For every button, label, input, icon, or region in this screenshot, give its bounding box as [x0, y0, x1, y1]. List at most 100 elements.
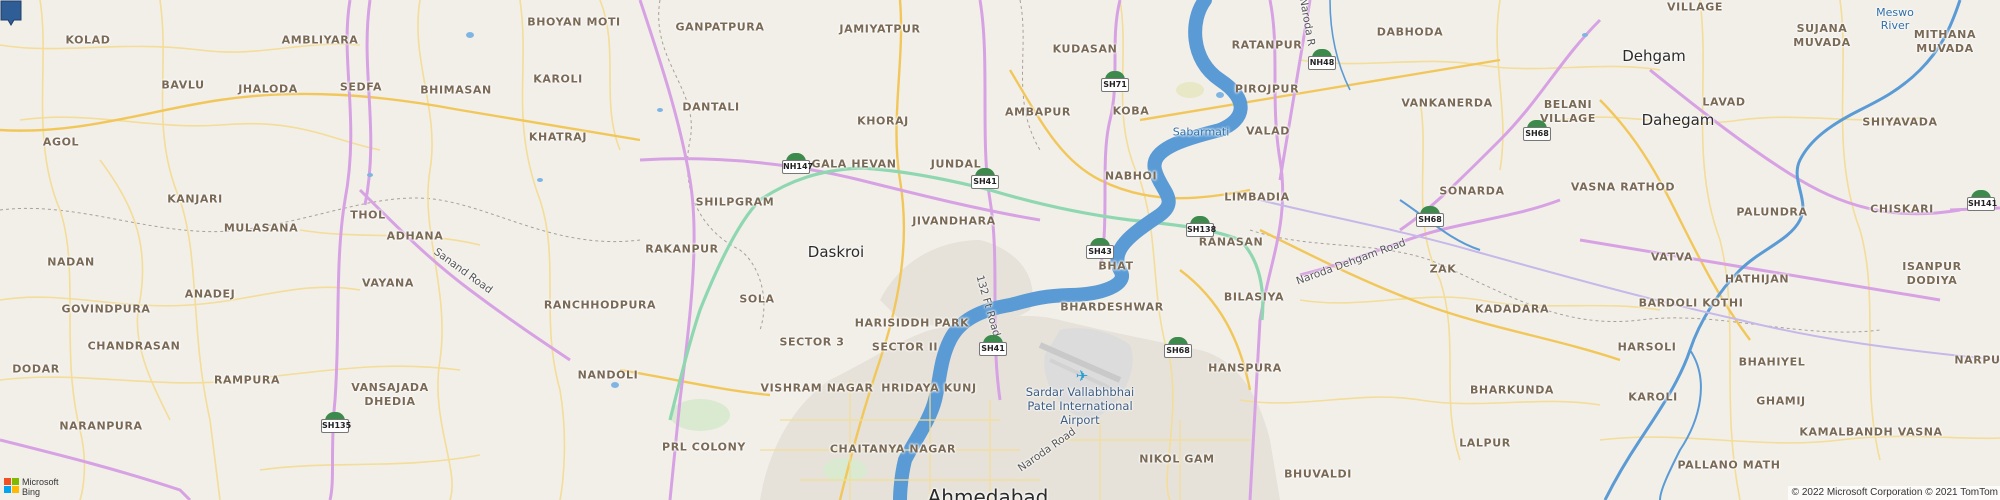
place-label: VATVA: [1650, 250, 1694, 264]
place-label: GOVINDPURA: [61, 302, 151, 316]
place-label: ADHANA: [386, 229, 444, 243]
highway-shield-code: SH68: [1164, 344, 1192, 358]
place-label: MITHANA MUVADA: [1913, 28, 1977, 55]
highway-shield: SH71: [1101, 71, 1129, 93]
place-label: KADADARA: [1474, 302, 1550, 316]
highway-shield: SH141: [1967, 190, 1997, 212]
highway-shield: NH48: [1308, 49, 1336, 71]
place-label: BHIMASAN: [420, 83, 492, 97]
highway-shield-code: SH68: [1416, 213, 1444, 227]
place-label: NADAN: [47, 255, 95, 269]
highway-shield-code: NH147: [782, 160, 813, 174]
highway-shield-code: SH68: [1523, 127, 1551, 141]
place-label: ZAK: [1429, 262, 1457, 276]
place-label: LAVAD: [1702, 95, 1746, 109]
river-label: Meswo River: [1876, 6, 1914, 32]
town-label: Dahegam: [1641, 111, 1715, 129]
place-label: BARDOLI KOTHI: [1638, 296, 1744, 310]
microsoft-bing-logo[interactable]: Microsoft Bing: [4, 477, 68, 500]
place-label: KUDASAN: [1052, 42, 1118, 56]
place-label: DODAR: [12, 362, 60, 376]
place-label: BILASIYA: [1223, 290, 1285, 304]
highway-shield-code: SH138: [1186, 223, 1216, 237]
place-label: NABHOI: [1104, 169, 1158, 183]
place-label: GANPATPURA: [675, 20, 765, 34]
place-label: HARISIDDH PARK: [854, 316, 970, 330]
place-label: BHAT: [1098, 259, 1134, 273]
place-label: BHARDESHWAR: [1060, 300, 1164, 314]
logo-text-line: Microsoft: [22, 477, 59, 487]
place-label: PRL COLONY: [662, 440, 746, 454]
airport-label-line: Airport: [1060, 413, 1100, 427]
highway-shield: NH147: [782, 153, 813, 175]
highway-shield: SH68: [1164, 337, 1192, 359]
town-label: Dehgam: [1622, 47, 1686, 65]
place-label: RAKANPUR: [645, 242, 719, 256]
place-label: NIKOL GAM: [1139, 452, 1215, 466]
river-label: Sabarmati: [1172, 125, 1230, 139]
airplane-icon[interactable]: ✈: [1074, 368, 1090, 384]
highway-shield-code: SH41: [971, 175, 999, 189]
place-label: SHILPGRAM: [695, 195, 775, 209]
map-canvas[interactable]: KOLAD AMBLIYARA BHOYAN MOTI GANPATPURA J…: [0, 0, 2000, 500]
highway-shield: SH68: [1523, 120, 1551, 142]
place-label: THOL: [350, 208, 386, 222]
microsoft-logo-icon: [4, 478, 19, 493]
highway-shield-code: SH135: [321, 419, 351, 433]
place-label: SECTOR 3: [779, 335, 845, 349]
place-label: KAMALBANDH VASNA: [1799, 425, 1943, 439]
place-label: DABHODA: [1376, 25, 1444, 39]
place-label: KAROLI: [1628, 390, 1678, 404]
place-label: SOLA: [739, 292, 775, 306]
place-label: DANTALI: [682, 100, 740, 114]
place-label: LALPUR: [1459, 436, 1511, 450]
town-label: Daskroi: [807, 243, 865, 261]
place-label: HANSPURA: [1208, 361, 1282, 375]
place-label: KANJARI: [167, 192, 223, 206]
place-label: ANADEJ: [184, 287, 236, 301]
place-label: AGOL: [42, 135, 80, 149]
place-label: CHAITANYA NAGAR: [829, 442, 957, 456]
highway-shield: SH43: [1086, 238, 1114, 260]
place-label: JAMIYATPUR: [839, 22, 921, 36]
place-label: CHANDRASAN: [87, 339, 181, 353]
logo-text: Microsoft Bing: [22, 477, 59, 497]
location-pin-icon[interactable]: [0, 0, 22, 26]
highway-shield-code: NH48: [1308, 56, 1336, 70]
logo-text-line: Bing: [22, 487, 41, 497]
highway-shield: SH138: [1186, 216, 1216, 238]
place-label: VISHRAM NAGAR: [760, 381, 874, 395]
place-label: SECTOR II: [871, 340, 939, 354]
highway-shield: SH41: [979, 335, 1007, 357]
place-label: PIROJPUR: [1234, 82, 1300, 96]
place-label: SHIYAVADA: [1862, 115, 1938, 129]
place-label: ISANPUR DODIYA: [1902, 260, 1962, 287]
airport-label[interactable]: Sardar Vallabhbhai Patel International A…: [1026, 385, 1134, 427]
place-label: SEDFA: [339, 80, 383, 94]
place-label: VAYANA: [362, 276, 414, 290]
place-label: JIVANDHARA: [912, 214, 996, 228]
highway-shield-code: SH41: [979, 342, 1007, 356]
place-label: KHATRAJ: [528, 130, 588, 144]
highway-shield: SH135: [321, 412, 351, 434]
place-label: BHUVALDI: [1284, 467, 1352, 481]
place-label: RATANPUR: [1231, 38, 1303, 52]
highway-shield: SH41: [971, 168, 999, 190]
place-label: AMBAPUR: [1004, 105, 1072, 119]
place-label: AMBLIYARA: [281, 33, 359, 47]
place-label: BHAHIYEL: [1738, 355, 1806, 369]
place-label: LIMBADIA: [1224, 190, 1290, 204]
highway-shield-code: SH141: [1967, 197, 1997, 211]
highway-shield: SH68: [1416, 206, 1444, 228]
place-label: NARANPURA: [59, 419, 143, 433]
place-label: BHARKUNDA: [1469, 383, 1555, 397]
place-label: RAMPURA: [213, 373, 281, 387]
place-label: HATHIJAN: [1724, 272, 1790, 286]
place-label: BAVLU: [161, 78, 205, 92]
place-label: KOLAD: [65, 33, 111, 47]
place-label: VILLAGE: [1667, 0, 1723, 14]
place-label: KAROLI: [533, 72, 583, 86]
place-label: MULASANA: [223, 221, 299, 235]
place-label: HARSOLI: [1617, 340, 1677, 354]
place-label: SUJANA MUVADA: [1793, 22, 1851, 49]
